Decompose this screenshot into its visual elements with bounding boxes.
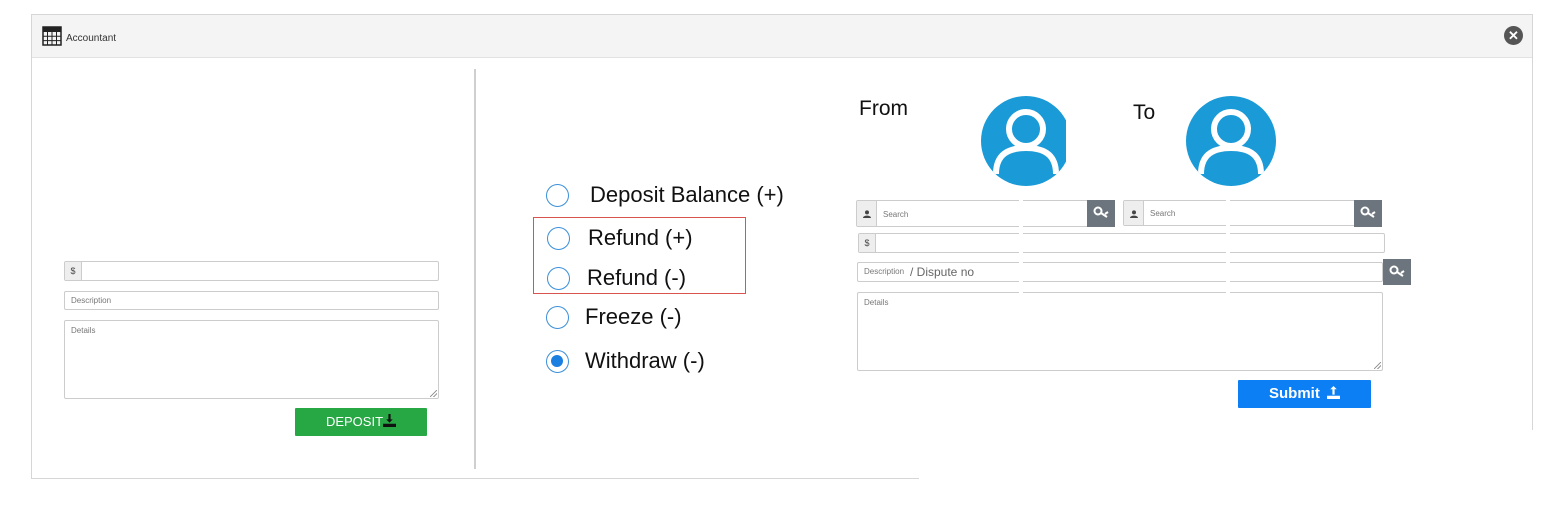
- description-placeholder: Description: [864, 267, 905, 276]
- details-placeholder: Details: [864, 298, 889, 307]
- panel-divider: [474, 69, 476, 469]
- resize-grip-icon[interactable]: [1374, 362, 1381, 369]
- radio-deposit-balance[interactable]: [546, 184, 569, 207]
- from-avatar: [981, 96, 1071, 186]
- resize-grip-icon[interactable]: [430, 390, 437, 397]
- radio-freeze[interactable]: [546, 306, 569, 329]
- deposit-description-field[interactable]: Description: [64, 291, 439, 310]
- close-icon[interactable]: ✕: [1504, 26, 1523, 45]
- upload-icon: [1327, 386, 1340, 399]
- currency-addon: $: [65, 262, 82, 280]
- transfer-details-field[interactable]: Details: [857, 292, 1383, 371]
- capture-gap: [1019, 198, 1023, 294]
- search-placeholder: Search: [883, 210, 909, 219]
- option-label: Deposit Balance (+): [590, 182, 784, 207]
- currency-addon: $: [859, 234, 876, 252]
- submit-label: Submit: [1268, 385, 1320, 402]
- deposit-button[interactable]: DEPOSIT: [295, 408, 427, 436]
- user-icon: [1198, 109, 1264, 175]
- to-label: To: [1133, 101, 1156, 124]
- capture-corner: [1033, 0, 1560, 14]
- user-icon: [862, 210, 871, 218]
- description-search-button[interactable]: [1383, 259, 1411, 285]
- to-search-field[interactable]: Search: [1123, 200, 1382, 227]
- title-bar: Accountant ✕: [32, 15, 1532, 58]
- details-placeholder: Details: [71, 326, 96, 335]
- calculator-icon: [42, 26, 62, 46]
- user-icon: [993, 109, 1059, 175]
- deposit-amount-field[interactable]: $: [64, 261, 439, 281]
- accountant-window: Accountant ✕ $ Description Details DEPOS…: [31, 14, 1533, 479]
- option-label: Freeze (-): [585, 304, 682, 329]
- from-search-field[interactable]: Search: [856, 200, 1115, 227]
- radio-withdraw[interactable]: [546, 350, 569, 373]
- description-placeholder: Description: [71, 296, 112, 305]
- download-icon: [383, 414, 397, 427]
- option-label: Refund (-): [587, 265, 687, 290]
- option-label: Refund (+): [588, 225, 693, 250]
- radio-refund-minus[interactable]: [547, 267, 570, 290]
- user-icon: [1129, 210, 1138, 218]
- user-addon: [1124, 201, 1144, 225]
- to-search-button[interactable]: [1354, 200, 1382, 227]
- to-avatar: [1186, 96, 1276, 186]
- search-key-icon: [1360, 206, 1376, 218]
- option-label: Withdraw (-): [585, 348, 705, 373]
- radio-refund-plus[interactable]: [547, 227, 570, 250]
- description-hint: / Dispute no: [910, 265, 975, 279]
- from-search-button[interactable]: [1087, 200, 1115, 227]
- window-title: Accountant: [66, 33, 117, 44]
- search-key-icon: [1389, 265, 1405, 277]
- from-label: From: [859, 97, 908, 120]
- capture-gap: [1226, 198, 1230, 294]
- user-addon: [857, 201, 877, 226]
- deposit-details-field[interactable]: Details: [64, 320, 439, 399]
- search-key-icon: [1093, 206, 1109, 218]
- submit-button[interactable]: Submit: [1238, 380, 1371, 408]
- transfer-amount-field[interactable]: $: [858, 233, 1385, 253]
- deposit-label: DEPOSIT: [325, 414, 384, 429]
- capture-corner: [919, 430, 1539, 490]
- transfer-description-field[interactable]: Description / Dispute no: [857, 259, 1411, 285]
- avatar-cut: [1066, 93, 1076, 189]
- search-placeholder: Search: [1150, 209, 1176, 218]
